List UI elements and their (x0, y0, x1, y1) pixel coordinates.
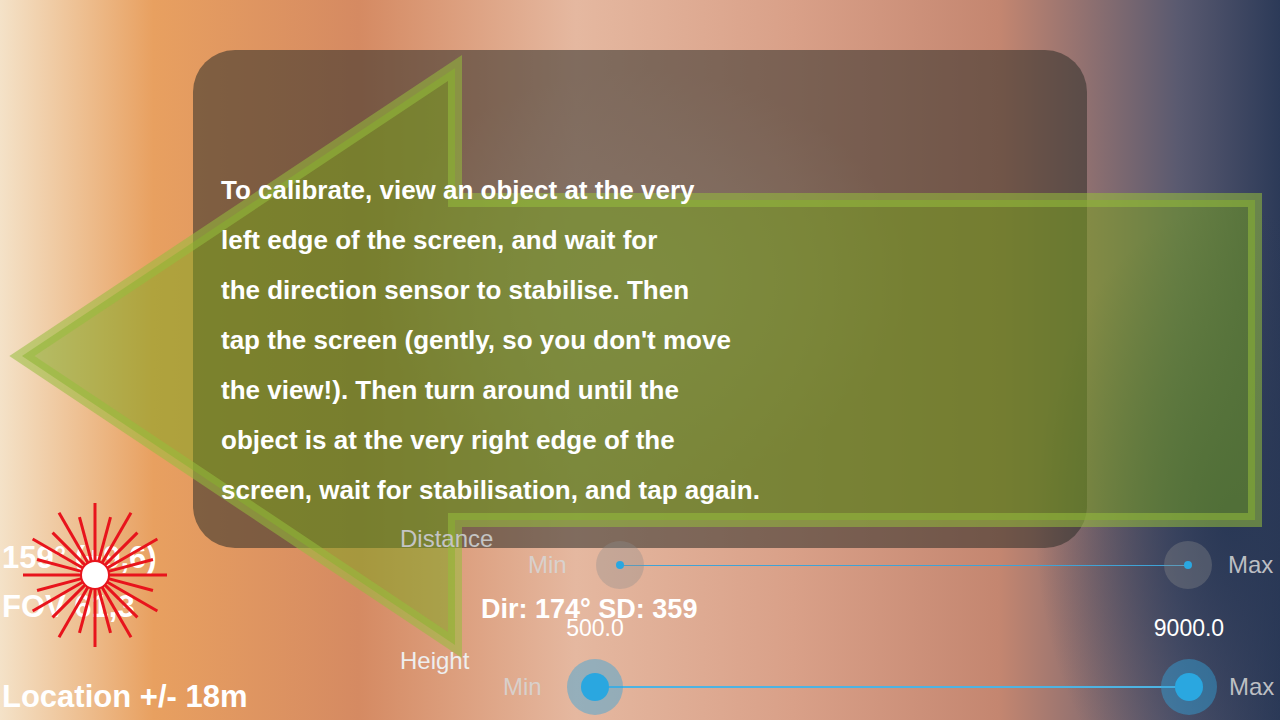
thumb-dot (1184, 561, 1192, 569)
max-label: Max (1228, 551, 1274, 579)
instruction-line: left edge of the screen, and wait for (221, 215, 1059, 265)
min-label: Min (528, 551, 574, 579)
slider-track[interactable]: 500.09000.0 (595, 686, 1189, 688)
thumb-dot (1175, 673, 1203, 701)
min-label: Min (503, 673, 549, 701)
calibration-panel[interactable]: To calibrate, view an object at the very… (193, 50, 1087, 548)
location-readout: Location +/- 18m (2, 678, 247, 716)
high-thumb[interactable] (1161, 659, 1217, 715)
slider-row: Min 500.09000.0 Max (503, 661, 1275, 713)
slider-label: Distance (400, 526, 1274, 552)
direction-readout: Dir: 174° SD: 359 (481, 592, 697, 626)
instruction-line: the view!). Then turn around until the (221, 365, 1059, 415)
range-slider[interactable]: HeightMin 500.09000.0 Max (400, 648, 1275, 713)
low-thumb[interactable] (567, 659, 623, 715)
slider-row: Min Max (528, 539, 1274, 591)
instruction-line: tap the screen (gently, so you don't mov… (221, 315, 1059, 365)
max-label: Max (1229, 673, 1275, 701)
high-reading: 9000.0 (1129, 614, 1249, 642)
range-slider[interactable]: DistanceMin Max (400, 526, 1274, 591)
instruction-line: screen, wait for stabilisation, and tap … (221, 465, 1059, 515)
low-thumb[interactable] (596, 541, 644, 589)
slider-track[interactable] (620, 565, 1188, 566)
slider-label: Height (400, 648, 1275, 674)
instruction-line: object is at the very right edge of the (221, 415, 1059, 465)
thumb-dot (616, 561, 624, 569)
high-thumb[interactable] (1164, 541, 1212, 589)
camera-screen[interactable]: To calibrate, view an object at the very… (0, 0, 1280, 720)
sensor-star-icon (20, 500, 170, 650)
instruction-line: To calibrate, view an object at the very (221, 165, 1059, 215)
instruction-line: the direction sensor to stabilise. Then (221, 265, 1059, 315)
calibration-text: To calibrate, view an object at the very… (221, 165, 1059, 515)
thumb-dot (581, 673, 609, 701)
